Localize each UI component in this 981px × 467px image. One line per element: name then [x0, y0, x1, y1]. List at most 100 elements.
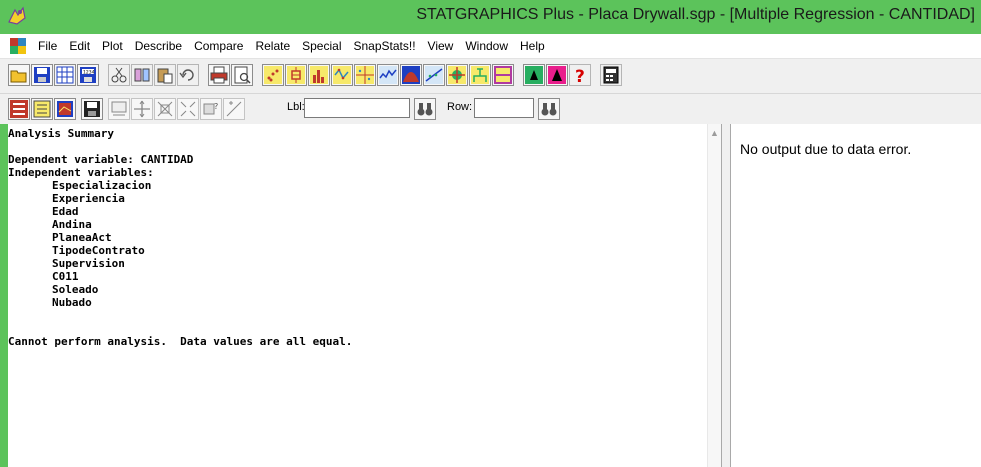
add-line-button[interactable] [223, 98, 245, 120]
graphical-options-icon [57, 101, 73, 117]
tree-icon [471, 66, 489, 84]
tabular-options-button[interactable] [31, 98, 53, 120]
help-button[interactable]: ? [569, 64, 591, 86]
open-icon [10, 70, 27, 83]
menu-file[interactable]: File [32, 34, 63, 58]
window-frame-left [0, 124, 8, 467]
menu-describe[interactable]: Describe [129, 34, 188, 58]
stop-icon [548, 66, 566, 84]
open-button[interactable] [8, 64, 30, 86]
crosshair-icon [448, 66, 466, 84]
statgraphics-app-icon[interactable] [7, 6, 27, 26]
scatterplot-button[interactable] [262, 64, 284, 86]
print-preview-button[interactable] [231, 64, 253, 86]
distribution-button[interactable] [400, 64, 422, 86]
independent-variable: C011 [52, 270, 79, 283]
exclude-icon [111, 101, 127, 116]
time-series-icon [379, 66, 397, 84]
calculator-button[interactable] [600, 64, 622, 86]
help-icon: ? [575, 67, 585, 84]
row-label: Row: [447, 101, 473, 113]
cut-icon [111, 67, 127, 83]
stop-button[interactable] [546, 64, 568, 86]
dependent-variable-line: Dependent variable: CANTIDAD [8, 153, 194, 166]
tree-button[interactable] [469, 64, 491, 86]
save-results-button[interactable] [81, 98, 103, 120]
regression-button[interactable] [423, 64, 445, 86]
data-numbers-icon: 1234 [80, 67, 96, 83]
snapstat-button[interactable] [492, 64, 514, 86]
menu-plot[interactable]: Plot [96, 34, 129, 58]
menu-help[interactable]: Help [514, 34, 551, 58]
zoom-in-icon [157, 101, 173, 117]
xbar-chart-button[interactable] [331, 64, 353, 86]
lbl-label: Lbl: [287, 101, 305, 113]
error-message: Cannot perform analysis. Data values are… [8, 335, 353, 348]
bar-chart-button[interactable] [308, 64, 330, 86]
print-icon [210, 66, 228, 84]
locate-point-icon: ? [203, 102, 218, 115]
print-preview-icon [234, 66, 251, 84]
tabular-output-pane[interactable]: Analysis Summary Dependent variable: CAN… [8, 124, 707, 467]
menu-window[interactable]: Window [459, 34, 514, 58]
print-button[interactable] [208, 64, 230, 86]
menu-compare[interactable]: Compare [188, 34, 249, 58]
scatter-matrix-button[interactable] [354, 64, 376, 86]
zoom-out-button[interactable] [177, 98, 199, 120]
graphical-options-button[interactable] [54, 98, 76, 120]
lbl-field[interactable] [304, 98, 410, 118]
data-numbers-button[interactable]: 1234 [77, 64, 99, 86]
independent-variable: Edad [52, 205, 79, 218]
bar-chart-icon [310, 66, 328, 84]
tabular-options-icon [33, 100, 51, 118]
lbl-find-button[interactable] [414, 98, 436, 120]
independent-variable: Experiencia [52, 192, 125, 205]
zoom-in-button[interactable] [154, 98, 176, 120]
scroll-up-icon[interactable]: ▲ [710, 128, 719, 138]
independent-variable: Soleado [52, 283, 99, 296]
pan-button[interactable] [131, 98, 153, 120]
crosshair-button[interactable] [446, 64, 468, 86]
pane-splitter[interactable] [721, 124, 731, 467]
menu-special[interactable]: Special [296, 34, 347, 58]
copy-icon [134, 68, 150, 82]
paste-icon [157, 68, 173, 84]
independent-variable: Andina [52, 218, 92, 231]
scatterplot-icon [264, 66, 282, 84]
input-dialog-button[interactable] [8, 98, 30, 120]
menu-snapstats[interactable]: SnapStats!! [347, 34, 421, 58]
paste-button[interactable] [154, 64, 176, 86]
menu-relate[interactable]: Relate [249, 34, 296, 58]
xbar-chart-icon [333, 66, 351, 84]
menu-edit[interactable]: Edit [63, 34, 96, 58]
datasheet-button[interactable] [54, 64, 76, 86]
row-find-button[interactable] [538, 98, 560, 120]
title-bar: STATGRAPHICS Plus - Placa Drywall.sgp - … [0, 0, 981, 34]
undo-button[interactable] [177, 64, 199, 86]
locate-point-button[interactable]: ? [200, 98, 222, 120]
cut-button[interactable] [108, 64, 130, 86]
graphical-output-pane[interactable]: No output due to data error. [731, 124, 981, 467]
menu-view[interactable]: View [422, 34, 460, 58]
binoculars-icon [417, 103, 433, 116]
run-icon [525, 66, 543, 84]
menu-items: File Edit Plot Describe Compare Relate S… [32, 34, 551, 58]
box-plot-button[interactable] [285, 64, 307, 86]
distribution-icon [402, 66, 420, 84]
vertical-scrollbar[interactable]: ▲ [707, 124, 722, 467]
run-button[interactable] [523, 64, 545, 86]
independent-variables-heading: Independent variables: [8, 166, 154, 179]
no-output-message: No output due to data error. [740, 141, 912, 157]
svg-text:?: ? [575, 67, 585, 84]
copy-button[interactable] [131, 64, 153, 86]
time-series-button[interactable] [377, 64, 399, 86]
add-line-icon [226, 101, 242, 117]
document-menu-icon[interactable] [10, 38, 26, 54]
save-button[interactable] [31, 64, 53, 86]
independent-variable: PlaneaAct [52, 231, 112, 244]
binoculars-icon [541, 103, 557, 116]
exclude-button[interactable] [108, 98, 130, 120]
scatter-matrix-icon [356, 66, 374, 84]
menu-bar: File Edit Plot Describe Compare Relate S… [0, 34, 981, 59]
row-field[interactable] [474, 98, 534, 118]
